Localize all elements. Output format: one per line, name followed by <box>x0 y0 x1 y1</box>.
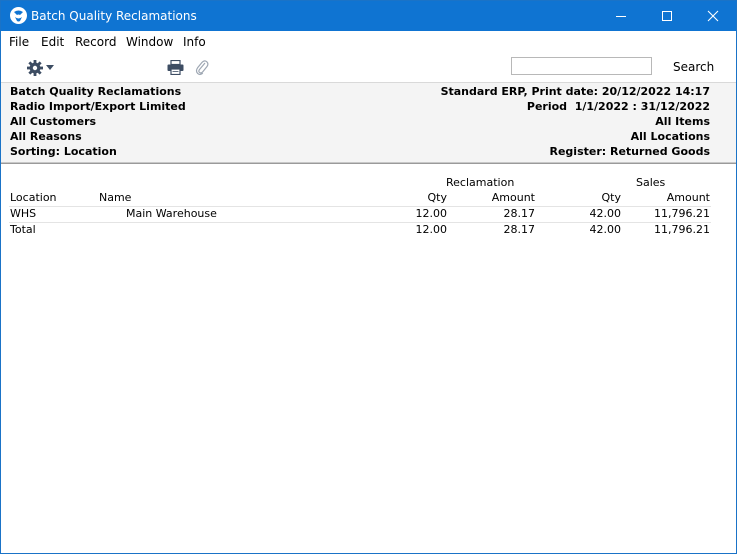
title-bar[interactable]: Batch Quality Reclamations <box>1 1 736 31</box>
gear-icon[interactable] <box>26 59 44 77</box>
menu-record[interactable]: Record <box>75 35 116 49</box>
row-sales-qty: 42.00 <box>589 207 622 220</box>
location-filter: All Locations <box>630 130 710 143</box>
minimize-button[interactable] <box>598 1 644 31</box>
paperclip-icon[interactable] <box>195 59 209 76</box>
print-date: Standard ERP, Print date: 20/12/2022 14:… <box>440 85 710 98</box>
column-header-sales-amount: Amount <box>666 191 710 204</box>
menu-window[interactable]: Window <box>126 35 173 49</box>
item-filter: All Items <box>655 115 710 128</box>
row-reclamation-qty: 12.00 <box>415 207 448 220</box>
column-header-location: Location <box>10 191 57 204</box>
minimize-icon <box>616 16 626 17</box>
row-reclamation-amount: 28.17 <box>503 207 536 220</box>
report-window: Batch Quality Reclamations File Edit Rec… <box>0 0 737 554</box>
toolbar: Search <box>1 52 736 83</box>
customer-filter: All Customers <box>10 115 97 128</box>
row-location[interactable]: WHS <box>10 207 36 220</box>
menu-info[interactable]: Info <box>183 35 206 49</box>
close-button[interactable] <box>690 1 736 31</box>
register-label: Register: Returned Goods <box>549 145 711 158</box>
chevron-down-icon[interactable] <box>46 65 54 70</box>
search-input[interactable] <box>511 57 652 75</box>
menu-edit[interactable]: Edit <box>41 35 64 49</box>
search-button[interactable]: Search <box>673 60 714 74</box>
maximize-button[interactable] <box>644 1 690 31</box>
report-header: Batch Quality Reclamations Radio Import/… <box>1 83 736 163</box>
period-range: Period 1/1/2022 : 31/12/2022 <box>526 100 710 113</box>
reason-filter: All Reasons <box>10 130 82 143</box>
row-name[interactable]: Main Warehouse <box>126 207 217 220</box>
total-sales-qty: 42.00 <box>589 223 622 236</box>
total-reclamation-qty: 12.00 <box>415 223 448 236</box>
group-header-reclamation: Reclamation <box>446 176 515 189</box>
row-sales-amount: 11,796.21 <box>654 207 710 220</box>
report-body: Reclamation Sales Location Name Qty Amou… <box>1 163 736 553</box>
app-logo-icon <box>10 7 27 24</box>
close-icon <box>707 10 719 22</box>
total-sales-amount: 11,796.21 <box>654 223 710 236</box>
column-header-reclamation-amount: Amount <box>491 191 535 204</box>
printer-icon[interactable] <box>167 60 184 75</box>
window-title: Batch Quality Reclamations <box>31 9 197 23</box>
column-header-reclamation-qty: Qty <box>427 191 447 204</box>
menu-bar: File Edit Record Window Info <box>1 31 736 52</box>
report-title: Batch Quality Reclamations <box>10 85 182 98</box>
total-label: Total <box>10 223 36 236</box>
company-name: Radio Import/Export Limited <box>10 100 186 113</box>
column-header-name: Name <box>99 191 132 204</box>
menu-file[interactable]: File <box>9 35 29 49</box>
group-header-sales: Sales <box>636 176 666 189</box>
sorting-label: Sorting: Location <box>10 145 117 158</box>
total-reclamation-amount: 28.17 <box>503 223 536 236</box>
maximize-icon <box>662 11 672 21</box>
column-header-sales-qty: Qty <box>601 191 621 204</box>
